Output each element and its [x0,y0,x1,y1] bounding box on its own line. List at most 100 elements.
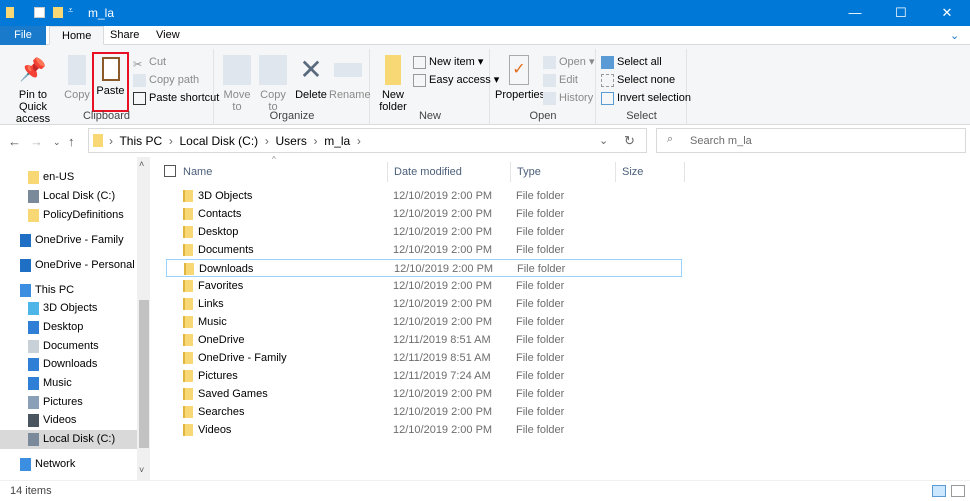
breadcrumb-this-pc[interactable]: This PC [119,134,162,148]
window-title: m_la [88,6,115,20]
folder-icon [183,424,193,436]
file-date: 12/10/2019 2:00 PM [393,208,493,220]
paste-button[interactable]: Paste [92,52,129,112]
recent-locations-icon[interactable]: ⌄ [53,137,61,148]
large-icons-view-button[interactable] [951,485,965,497]
new-folder-quick-icon[interactable] [53,7,63,18]
file-type: File folder [516,298,565,310]
rename-button[interactable]: Rename [329,55,371,101]
breadcrumb-m-la[interactable]: m_la [324,134,350,148]
customize-quick-access-icon[interactable]: ⩡ [68,5,73,16]
expand-ribbon-icon[interactable]: ⌄ [950,29,959,42]
file-row[interactable]: OneDrive 12/11/2019 8:51 AM File folder [166,331,682,349]
scrollbar-thumb[interactable] [139,300,149,448]
file-row[interactable]: Desktop 12/10/2019 2:00 PM File folder [166,223,682,241]
address-bar[interactable]: › This PC › Local Disk (C:) › Users › m_… [88,128,647,153]
file-row[interactable]: Searches 12/10/2019 2:00 PM File folder [166,403,682,421]
file-name: Contacts [198,208,242,220]
cut-button[interactable]: ✂ Cut [133,53,166,71]
file-row[interactable]: OneDrive - Family 12/11/2019 8:51 AM File … [166,349,682,367]
properties-quick-icon[interactable] [34,7,45,18]
forward-button[interactable]: → [30,134,43,149]
move-to-button[interactable]: Move to [219,55,255,113]
sidebar-item[interactable]: Documents [0,337,137,356]
close-button[interactable]: ✕ [924,0,970,26]
column-header-size[interactable]: Size [616,162,685,182]
up-button[interactable]: ↑ [68,134,75,149]
sidebar-item[interactable]: Local Disk (C:) [0,187,137,206]
file-row[interactable]: Pictures 12/11/2019 7:24 AM File folder [166,367,682,385]
sidebar-item-label: PolicyDefinitions [43,209,124,221]
paste-shortcut-button[interactable]: Paste shortcut [133,89,219,107]
folder-icon [183,334,193,346]
details-view-button[interactable] [932,485,946,497]
address-dropdown-icon[interactable]: ⌄ [599,134,608,147]
column-header-name[interactable]: Name [177,162,388,182]
tab-home[interactable]: Home [49,26,105,45]
file-row[interactable]: Videos 12/10/2019 2:00 PM File folder [166,421,682,439]
clipboard-group: 📌 Pin to Quick access Copy Paste ✂ Cut Cop… [0,49,219,125]
sidebar-item[interactable]: Network [0,455,137,474]
file-date: 12/10/2019 2:00 PM [393,388,493,400]
file-row[interactable]: Saved Games 12/10/2019 2:00 PM File folder [166,385,682,403]
sidebar-item[interactable]: Videos [0,411,137,430]
sidebar-item[interactable]: Music [0,374,137,393]
file-row[interactable]: Contacts 12/10/2019 2:00 PM File folder [166,205,682,223]
invert-selection-button[interactable]: Invert selection [601,89,691,107]
sidebar-item-label: This PC [35,284,75,296]
select-none-button[interactable]: Select none [601,71,675,89]
delete-button[interactable]: ✕ Delete [293,55,329,102]
download-icon [28,357,39,371]
file-row[interactable]: Links 12/10/2019 2:00 PM File folder [166,295,682,313]
folder-icon [183,316,193,328]
new-folder-button[interactable]: New folder [377,55,409,113]
breadcrumb-local-disk[interactable]: Local Disk (C:) [179,134,258,148]
back-button[interactable]: ← [8,134,21,149]
refresh-icon[interactable]: ↻ [624,133,635,149]
scroll-down-icon[interactable]: ˅ [139,465,144,475]
folder-icon [183,370,193,382]
file-row[interactable]: 3D Objects 12/10/2019 2:00 PM File folder [166,187,682,205]
sidebar-item[interactable]: en-US [0,168,137,187]
cloud-icon [20,258,31,272]
sidebar-item[interactable]: OneDrive - Personal [0,256,137,275]
copy-path-button[interactable]: Copy path [133,71,199,89]
edit-button[interactable]: Edit [543,71,578,89]
history-button[interactable]: History [543,89,593,107]
tab-file[interactable]: File [0,26,46,45]
clipboard-icon [101,57,120,81]
sidebar-item-label: Downloads [43,358,98,370]
scroll-up-icon[interactable]: ˄ [139,159,144,169]
copy-button[interactable]: Copy [63,55,91,101]
sidebar-item[interactable]: OneDrive - Family [0,231,137,250]
file-row[interactable]: Favorites 12/10/2019 2:00 PM File folder [166,277,682,295]
file-type: File folder [516,226,565,238]
maximize-button[interactable]: ☐ [878,0,924,26]
sidebar-item[interactable]: Downloads [0,355,137,374]
tab-view[interactable]: View [144,26,192,45]
sidebar-item[interactable]: 3D Objects [0,299,137,318]
properties-checkmark-icon: ✓ [509,55,529,85]
breadcrumb-users[interactable]: Users [276,134,307,148]
select-group: Select all Select none Invert selection … [597,49,691,125]
minimize-button[interactable]: — [832,0,878,26]
new-item-button[interactable]: New item ▾ [413,53,483,71]
sidebar-item[interactable]: This PC [0,281,137,300]
paste-shortcut-icon [133,91,146,105]
easy-access-button[interactable]: Easy access ▾ [413,71,499,89]
sidebar-item[interactable]: Local Disk (C:) [0,430,137,449]
select-all-checkbox[interactable] [164,165,176,177]
search-box[interactable]: ⌕ Search m_la [656,128,966,153]
column-header-type[interactable]: Type [511,162,616,182]
sidebar-item[interactable]: Desktop [0,318,137,337]
select-all-button[interactable]: Select all [601,53,662,71]
column-header-date-modified[interactable]: Date modified [388,162,511,182]
file-row[interactable]: Music 12/10/2019 2:00 PM File folder [166,313,682,331]
file-row[interactable]: Downloads 12/10/2019 2:00 PM File folder [166,259,682,277]
sidebar-item[interactable]: PolicyDefinitions [0,206,137,225]
file-row[interactable]: Documents 12/10/2019 2:00 PM File folder [166,241,682,259]
properties-button[interactable]: ✓ Properties [495,55,545,101]
sidebar-item[interactable]: Pictures [0,393,137,412]
open-button[interactable]: Open ▾ [543,53,595,71]
copy-to-button[interactable]: Copy to [255,55,291,113]
